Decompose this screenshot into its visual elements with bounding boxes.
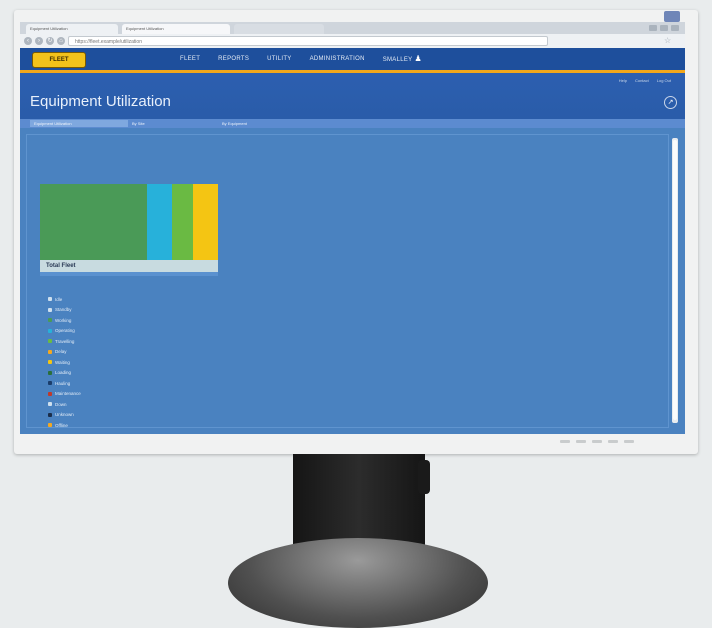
back-arrow-icon[interactable]: ‹ [24,37,32,45]
monitor-button[interactable] [608,440,618,443]
home-icon[interactable]: ⌂ [57,37,65,45]
legend-label: Delay [55,349,67,355]
legend-item[interactable]: Offline [48,420,81,431]
main-menu: FLEET REPORTS UTILITY ADMINISTRATION SMA… [180,48,422,70]
legend-label: Idle [55,296,63,302]
legend-label: Travelling [55,338,75,344]
utility-links: Help Contact Log Out [619,78,671,83]
page-header: Help Contact Log Out Equipment Utilizati… [20,73,685,119]
legend-item[interactable]: Working [48,315,81,326]
content-frame [26,134,669,428]
utilization-treemap[interactable]: Total Fleet [40,184,218,276]
legend-swatch [48,381,52,386]
browser-tab-bar: Equipment Utilization Equipment Utilizat… [20,22,685,34]
tab-by-equipment[interactable]: By Equipment [218,120,251,127]
legend-item[interactable]: Travelling [48,336,81,347]
legend-swatch [48,402,52,407]
legend-item[interactable]: Operating [48,326,81,337]
vertical-scrollbar[interactable] [672,138,678,423]
close-icon[interactable] [671,25,679,31]
legend-swatch [48,307,52,312]
monitor-stand-base [228,538,488,628]
browser-tab[interactable]: Equipment Utilization [26,24,118,34]
legend-swatch [48,328,52,333]
sub-tab-bar: Equipment Utilization By Site By Equipme… [20,119,685,128]
monitor-badge-icon [664,11,680,22]
content-panel: Total Fleet Idle Standby Working Operating T… [20,128,685,434]
legend-item[interactable]: Standby [48,305,81,316]
menu-item-administration[interactable]: ADMINISTRATION [310,48,365,70]
menu-item-utility[interactable]: UTILITY [267,48,291,70]
legend-swatch [48,349,52,354]
legend-swatch [48,339,52,344]
bookmark-star-icon[interactable]: ☆ [664,36,671,45]
minimize-icon[interactable] [649,25,657,31]
status-legend: Idle Standby Working Operating Travelling Del… [48,294,81,431]
tab-utilization[interactable]: Equipment Utilization [30,120,128,127]
page-title: Equipment Utilization [30,93,171,110]
legend-label: Offline [55,422,68,428]
legend-swatch [48,318,52,323]
legend-swatch [48,423,52,428]
legend-label: Working [55,317,72,323]
legend-label: Down [55,401,67,407]
legend-swatch [48,370,52,375]
legend-swatch [48,297,52,302]
export-icon[interactable]: ↗ [664,96,677,109]
utility-link-logout[interactable]: Log Out [657,78,671,83]
legend-label: Operating [55,328,75,334]
utility-link-help[interactable]: Help [619,78,627,83]
scrollbar-thumb[interactable] [673,140,677,420]
menu-item-reports[interactable]: REPORTS [218,48,249,70]
treemap-caption: Total Fleet [40,260,218,272]
legend-label: Maintenance [55,391,81,397]
legend-item[interactable]: Unknown [48,410,81,421]
window-controls [649,25,679,31]
utility-link-contact[interactable]: Contact [635,78,649,83]
monitor-button[interactable] [560,440,570,443]
company-logo[interactable]: FLEET [32,52,86,68]
browser-tab-active[interactable]: Equipment Utilization [122,24,230,34]
legend-item[interactable]: Idle [48,294,81,305]
legend-label: Unknown [55,412,74,418]
legend-swatch [48,412,52,417]
legend-swatch [48,360,52,365]
monitor-button[interactable] [624,440,634,443]
treemap-cell[interactable] [40,184,147,260]
legend-swatch [48,391,52,396]
treemap-caption-label: Total Fleet [46,263,76,269]
monitor-buttons [560,440,634,443]
treemap-cell[interactable] [193,184,218,260]
legend-label: Standby [55,307,72,313]
menu-item-user[interactable]: SMALLEY ♟ [383,48,422,70]
maximize-icon[interactable] [660,25,668,31]
monitor-button[interactable] [576,440,586,443]
menu-item-fleet[interactable]: FLEET [180,48,200,70]
monitor-screen: Equipment Utilization Equipment Utilizat… [20,22,685,434]
monitor-stand-knob [418,460,430,494]
legend-item[interactable]: Down [48,399,81,410]
legend-label: Hauling [55,380,71,386]
reload-icon[interactable]: ↻ [46,37,54,45]
forward-arrow-icon[interactable]: › [35,37,43,45]
browser-tab[interactable] [234,24,324,34]
app-top-nav: FLEET FLEET REPORTS UTILITY ADMINISTRATI… [20,48,685,70]
legend-label: Loading [55,370,72,376]
legend-item[interactable]: Waiting [48,357,81,368]
legend-label: Waiting [55,359,70,365]
legend-item[interactable]: Delay [48,347,81,358]
tab-by-site[interactable]: By Site [128,120,149,127]
legend-item[interactable]: Loading [48,368,81,379]
legend-item[interactable]: Maintenance [48,389,81,400]
browser-address-bar: ‹ › ↻ ⌂ https://fleet.example/utilizatio… [20,34,685,48]
treemap-cell[interactable] [147,184,172,260]
legend-item[interactable]: Hauling [48,378,81,389]
user-icon: ♟ [414,54,422,63]
treemap-cell[interactable] [172,184,193,260]
monitor-button[interactable] [592,440,602,443]
url-field[interactable]: https://fleet.example/utilization [68,36,548,46]
menu-item-user-label: SMALLEY [382,57,413,63]
